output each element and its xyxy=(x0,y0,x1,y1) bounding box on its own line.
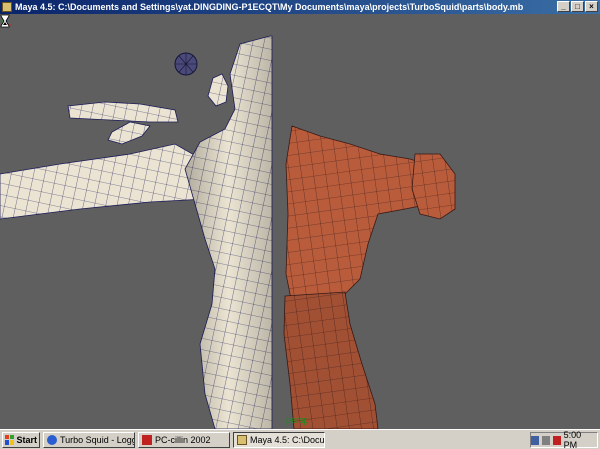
close-button[interactable]: × xyxy=(585,1,598,12)
task-button-maya[interactable]: Maya 4.5: C:\Documents... xyxy=(233,431,325,448)
perspective-viewport[interactable]: persp xyxy=(0,14,600,429)
viewport-scene xyxy=(0,35,456,429)
shirt-mesh xyxy=(285,125,431,305)
maximize-button[interactable]: □ xyxy=(571,1,584,12)
body-arm-mesh xyxy=(0,143,211,220)
minimize-button[interactable]: _ xyxy=(557,1,570,12)
shirt-cuff-mesh xyxy=(411,153,456,220)
network-icon[interactable] xyxy=(531,435,539,445)
title-bar[interactable]: Maya 4.5: C:\Documents and Settings\yat.… xyxy=(0,0,600,14)
clock[interactable]: 5:00 PM xyxy=(564,430,593,449)
task-button-pccillin[interactable]: PC-cillin 2002 xyxy=(138,431,230,448)
hand-upper-mesh xyxy=(67,101,179,123)
start-button[interactable]: Start xyxy=(2,431,40,448)
hand-lower-mesh xyxy=(107,121,151,145)
ear-mesh xyxy=(207,73,229,107)
windows-logo-icon xyxy=(5,434,15,445)
task-label: Maya 4.5: C:\Documents... xyxy=(250,434,325,445)
maya-icon xyxy=(237,434,247,445)
ie-icon xyxy=(47,434,57,445)
window-title: Maya 4.5: C:\Documents and Settings\yat.… xyxy=(15,2,524,12)
task-button-turbosquid[interactable]: Turbo Squid - Logged in:... xyxy=(43,431,135,448)
task-label: Turbo Squid - Logged in:... xyxy=(60,434,134,445)
pccillin-icon xyxy=(142,434,152,445)
window-controls: _ □ × xyxy=(557,1,598,12)
volume-icon[interactable] xyxy=(541,435,550,445)
camera-label: persp xyxy=(286,415,309,425)
taskbar: Start Turbo Squid - Logged in:... PC-cil… xyxy=(0,429,600,449)
hourglass-cursor-icon xyxy=(0,14,10,28)
antivirus-icon[interactable] xyxy=(552,435,561,445)
system-tray: 5:00 PM xyxy=(530,430,598,449)
start-label: Start xyxy=(16,434,37,445)
task-label: PC-cillin 2002 xyxy=(155,434,211,445)
maya-app-icon[interactable] xyxy=(2,2,12,12)
